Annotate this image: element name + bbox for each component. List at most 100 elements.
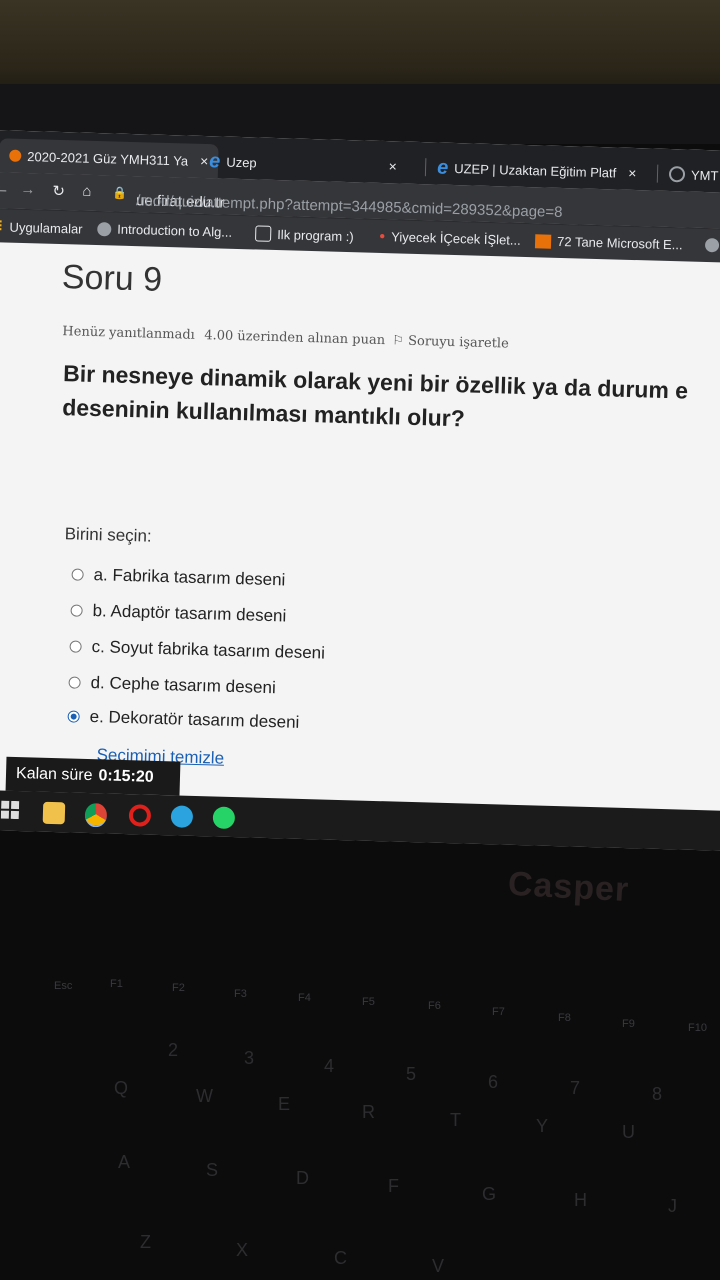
keyboard-key: E bbox=[278, 1094, 291, 1114]
keyboard-key: S bbox=[206, 1160, 219, 1180]
answer-option-e[interactable]: e. Dekoratör tasarım deseni bbox=[67, 706, 300, 733]
keyboard: Esc F1 F2 F3 F4 F5 F6 F7 F8 F9 F10 2 3 4… bbox=[0, 960, 720, 1280]
keyboard-key: A bbox=[118, 1152, 131, 1172]
flag-label: Soruyu işaretle bbox=[407, 333, 509, 352]
tab-uzep-platform[interactable]: e UZEP | Uzaktan Eğitim Platf × bbox=[437, 151, 637, 191]
keyboard-key: U bbox=[622, 1122, 635, 1142]
question-title: Soru 9 bbox=[61, 258, 163, 299]
tab-title: 2020-2021 Güz YMH311 Ya bbox=[27, 148, 189, 169]
keyboard-key: F10 bbox=[688, 1022, 707, 1034]
radio-button[interactable] bbox=[69, 640, 82, 653]
keyboard-key: Q bbox=[114, 1078, 129, 1098]
radio-button[interactable] bbox=[70, 604, 83, 617]
keyboard-key: W bbox=[196, 1086, 213, 1106]
forward-icon[interactable]: → bbox=[20, 181, 35, 198]
keyboard-key: C bbox=[334, 1248, 347, 1268]
keyboard-key: 8 bbox=[652, 1084, 663, 1104]
keyboard-key: F5 bbox=[362, 996, 375, 1008]
timer-label: Kalan süre bbox=[15, 764, 93, 785]
edge-icon: e bbox=[208, 149, 221, 172]
question-points: 4.00 üzerinden alınan puan bbox=[204, 328, 386, 349]
back-icon[interactable]: ← bbox=[0, 180, 10, 197]
option-label[interactable]: d. Cephe tasarım deseni bbox=[90, 673, 276, 698]
opera-icon[interactable] bbox=[128, 804, 152, 827]
keyboard-key: F1 bbox=[110, 978, 123, 990]
keyboard-key: J bbox=[668, 1196, 677, 1216]
bookmark-intro-alg[interactable]: Introduction to Alg... bbox=[97, 221, 232, 240]
program-icon bbox=[254, 225, 272, 242]
answer-option-d[interactable]: d. Cephe tasarım deseni bbox=[68, 672, 276, 698]
answer-option-c[interactable]: c. Soyut fabrika tasarım deseni bbox=[69, 636, 325, 663]
timer-value: 0:15:20 bbox=[98, 767, 154, 786]
apps-grid-icon: ⠿ bbox=[0, 218, 4, 235]
tab-separator bbox=[424, 158, 427, 177]
keyboard-key: X bbox=[236, 1240, 249, 1260]
flag-question-link[interactable]: ⚐ Soruyu işaretle bbox=[392, 333, 509, 351]
keyboard-key: F3 bbox=[234, 988, 247, 1000]
answer-option-b[interactable]: b. Adaptör tasarım deseni bbox=[70, 600, 287, 626]
keyboard-key: F bbox=[388, 1176, 399, 1196]
chrome-icon[interactable] bbox=[84, 802, 108, 828]
windows-start-icon[interactable] bbox=[0, 800, 24, 824]
file-explorer-icon[interactable] bbox=[42, 801, 66, 825]
tab-separator bbox=[656, 164, 659, 183]
choice-prompt: Birini seçin: bbox=[64, 524, 152, 546]
tab-title: UZEP | Uzaktan Eğitim Platf bbox=[454, 160, 617, 181]
radio-button[interactable] bbox=[68, 676, 81, 689]
home-icon[interactable]: ⌂ bbox=[82, 183, 92, 200]
close-icon[interactable]: × bbox=[628, 165, 637, 181]
bookmark-ilk-program[interactable]: Ilk program :) bbox=[254, 225, 354, 244]
keyboard-key: H bbox=[574, 1190, 587, 1210]
bookmark-more[interactable] bbox=[704, 238, 720, 253]
bookmark-label: Ilk program :) bbox=[276, 226, 354, 244]
keyboard-key: F9 bbox=[622, 1018, 635, 1030]
radio-button-selected[interactable] bbox=[67, 710, 80, 723]
bookmark-microsoft[interactable]: 72 Tane Microsoft E... bbox=[534, 233, 683, 253]
laptop-screen: 2020-2021 Güz YMH311 Ya × e Uzep × e UZE… bbox=[0, 130, 720, 851]
keyboard-key: F7 bbox=[492, 1006, 505, 1018]
bookmark-label: Introduction to Alg... bbox=[117, 221, 233, 240]
globe-icon bbox=[97, 221, 112, 236]
keyboard-key: T bbox=[450, 1110, 461, 1130]
keyboard-key: 3 bbox=[244, 1048, 255, 1068]
close-icon[interactable]: × bbox=[388, 158, 397, 174]
keyboard-key: 5 bbox=[406, 1064, 417, 1084]
option-label[interactable]: a. Fabrika tasarım deseni bbox=[93, 565, 285, 590]
site-icon bbox=[534, 233, 552, 249]
keyboard-key: F4 bbox=[298, 992, 311, 1004]
radio-button[interactable] bbox=[71, 568, 84, 581]
bookmark-yiyecek[interactable]: ● Yiyecek İÇecek İŞlet... bbox=[379, 229, 521, 248]
keyboard-key: 6 bbox=[488, 1072, 499, 1092]
tab-ymt[interactable]: YMT bbox=[668, 157, 719, 192]
keyboard-key: R bbox=[362, 1102, 375, 1122]
option-label[interactable]: b. Adaptör tasarım deseni bbox=[92, 601, 286, 626]
bookmark-label: 72 Tane Microsoft E... bbox=[556, 233, 683, 253]
lock-icon: 🔒 bbox=[112, 185, 128, 200]
keyboard-key: F6 bbox=[428, 1000, 441, 1012]
globe-icon bbox=[704, 238, 720, 253]
close-icon[interactable]: × bbox=[200, 153, 209, 169]
tab-uzep[interactable]: e Uzep × bbox=[209, 144, 398, 183]
keyboard-key: 2 bbox=[168, 1040, 179, 1060]
keyboard-key: Y bbox=[536, 1116, 549, 1136]
bookmark-label: Yiyecek İÇecek İŞlet... bbox=[391, 229, 521, 248]
keyboard-key: Esc bbox=[54, 980, 73, 992]
option-label[interactable]: c. Soyut fabrika tasarım deseni bbox=[91, 637, 325, 664]
quiz-timer: Kalan süre 0:15:20 bbox=[5, 756, 181, 796]
bookmark-label: Uygulamalar bbox=[9, 219, 83, 237]
keyboard-key: F2 bbox=[172, 982, 185, 994]
laptop-brand-logo: Casper bbox=[507, 864, 631, 910]
option-label[interactable]: e. Dekoratör tasarım deseni bbox=[89, 707, 299, 733]
windows-taskbar bbox=[0, 789, 720, 851]
keyboard-key: V bbox=[432, 1256, 445, 1276]
moodle-icon bbox=[9, 149, 22, 162]
tab-title: YMT bbox=[690, 167, 719, 183]
question-text: Bir nesneye dinamik olarak yeni bir özel… bbox=[62, 356, 720, 443]
telegram-icon[interactable] bbox=[170, 805, 194, 828]
keyboard-key: F8 bbox=[558, 1012, 571, 1024]
whatsapp-icon[interactable] bbox=[212, 806, 236, 830]
bookmark-apps[interactable]: ⠿ Uygulamalar bbox=[0, 218, 83, 237]
answer-option-a[interactable]: a. Fabrika tasarım deseni bbox=[71, 564, 286, 590]
reload-icon[interactable]: ↻ bbox=[52, 182, 65, 200]
globe-icon bbox=[668, 165, 686, 183]
